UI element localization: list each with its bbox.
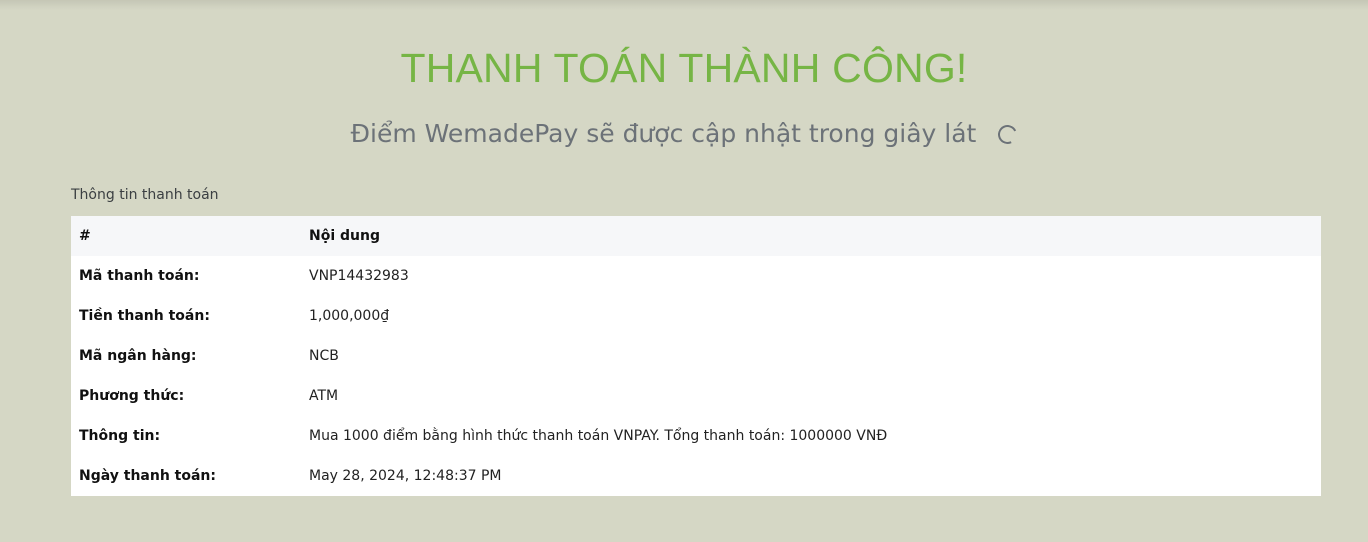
row-key: Thông tin: xyxy=(79,428,161,444)
section-label: Thông tin thanh toán xyxy=(71,187,219,203)
spinner-icon xyxy=(995,121,1021,147)
status-message: Điểm WemadePay sẽ được cập nhật trong gi… xyxy=(350,119,977,148)
row-key: Mã ngân hàng: xyxy=(79,348,197,364)
table-row: Mã thanh toán: VNP14432983 xyxy=(71,256,1321,296)
row-value: May 28, 2024, 12:48:37 PM xyxy=(309,468,502,484)
page-title: THANH TOÁN THÀNH CÔNG! xyxy=(400,45,968,91)
row-key: Ngày thanh toán: xyxy=(79,468,216,484)
table-row: Phương thức: ATM xyxy=(71,376,1321,416)
top-shadow xyxy=(0,0,1368,10)
column-header-index: # xyxy=(79,228,91,244)
row-key: Phương thức: xyxy=(79,388,185,404)
row-value: Mua 1000 điểm bằng hình thức thanh toán … xyxy=(309,428,888,444)
table-header-row: # Nội dung xyxy=(71,216,1321,256)
subtitle-row: Điểm WemadePay sẽ được cập nhật trong gi… xyxy=(0,116,1368,152)
table-row: Tiền thanh toán: 1,000,000₫ xyxy=(71,296,1321,336)
row-value: VNP14432983 xyxy=(309,268,409,284)
row-value: ATM xyxy=(309,388,339,404)
row-value: NCB xyxy=(309,348,339,364)
table-row: Ngày thanh toán: May 28, 2024, 12:48:37 … xyxy=(71,456,1321,496)
row-key: Mã thanh toán: xyxy=(79,268,200,284)
row-key: Tiền thanh toán: xyxy=(79,308,210,324)
table-row: Mã ngân hàng: NCB xyxy=(71,336,1321,376)
row-value: 1,000,000₫ xyxy=(309,308,390,324)
payment-info-table: # Nội dung Mã thanh toán: VNP14432983 Ti… xyxy=(71,216,1321,496)
table-row: Thông tin: Mua 1000 điểm bằng hình thức … xyxy=(71,416,1321,456)
column-header-content: Nội dung xyxy=(309,228,380,244)
